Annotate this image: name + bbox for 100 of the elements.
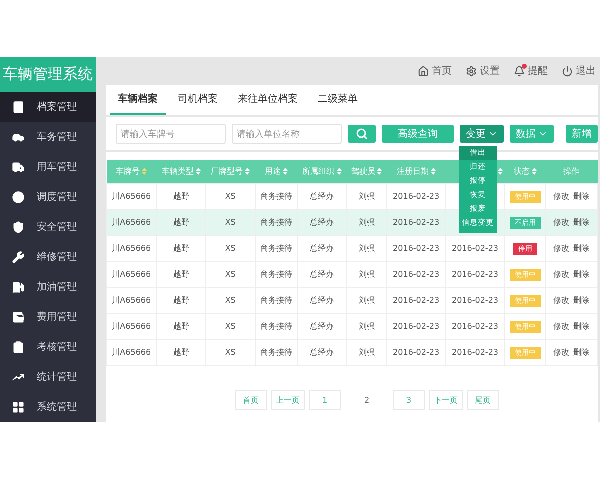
sidebar-label: 车务管理 xyxy=(37,130,77,144)
sidebar-item[interactable]: 维修管理 xyxy=(0,242,96,272)
sort-icon[interactable] xyxy=(336,168,342,176)
table-cell: 商务接待 xyxy=(255,184,298,210)
sidebar-item[interactable]: 用车管理 xyxy=(0,152,96,182)
table-cell: 刘强 xyxy=(346,288,387,314)
action-link[interactable]: 修改 xyxy=(554,244,570,253)
table-cell: 越野 xyxy=(156,262,206,288)
sidebar-item[interactable]: 档案管理 xyxy=(0,92,96,122)
sidebar-item[interactable]: 安全管理 xyxy=(0,212,96,242)
sidebar-item[interactable]: 车务管理 xyxy=(0,122,96,152)
table-cell: 总经办 xyxy=(298,314,347,340)
table-cell: 川A65666 xyxy=(106,184,157,210)
action-link[interactable]: 删除 xyxy=(574,322,590,331)
action-link[interactable]: 修改 xyxy=(554,270,570,279)
sidebar-item[interactable]: 系统管理 xyxy=(0,392,96,422)
book-icon xyxy=(12,100,25,114)
fuel-icon xyxy=(12,280,25,294)
search-button[interactable] xyxy=(348,124,376,142)
table-cell: 商务接待 xyxy=(255,340,298,366)
table-cell: 总经办 xyxy=(298,262,347,288)
table-cell: 总经办 xyxy=(298,184,347,210)
table-cell: 2016-02-23 xyxy=(386,340,446,366)
clipboard-icon xyxy=(12,340,25,354)
disc-icon xyxy=(12,190,25,204)
search-field[interactable]: 请输入单位名称 xyxy=(232,124,342,144)
action-link[interactable]: 修改 xyxy=(554,296,570,305)
sidebar-item[interactable]: 加油管理 xyxy=(0,272,96,302)
table-cell: 2016-02-23 xyxy=(446,288,505,314)
search-icon xyxy=(356,128,368,140)
table-cell: 总经办 xyxy=(298,210,347,236)
settings-icon xyxy=(466,66,477,76)
tab[interactable]: 来往单位档案 xyxy=(230,85,306,115)
action-link[interactable]: 修改 xyxy=(554,322,570,331)
table-cell: 越野 xyxy=(156,340,206,366)
action-link[interactable]: 删除 xyxy=(574,296,590,305)
table-cell: XS xyxy=(206,236,256,262)
sort-icon[interactable] xyxy=(196,168,201,176)
table-cell: 越野 xyxy=(156,236,206,262)
sort-icon[interactable] xyxy=(532,168,537,176)
table-cell: 刘强 xyxy=(346,262,387,288)
tab[interactable]: 司机档案 xyxy=(170,85,226,115)
shield-icon xyxy=(12,220,25,234)
grid-icon xyxy=(12,400,25,414)
action-link[interactable]: 修改 xyxy=(554,348,570,357)
table-cell: 商务接待 xyxy=(255,210,298,236)
table-cell: 总经办 xyxy=(298,288,347,314)
sidebar-label: 考核管理 xyxy=(37,340,77,354)
table-cell: 刘强 xyxy=(346,314,387,340)
table-cell: 总经办 xyxy=(298,236,347,262)
top-link[interactable]: 设置 xyxy=(466,64,500,78)
sidebar-label: 加油管理 xyxy=(37,280,77,294)
table-cell: 2016-02-23 xyxy=(386,184,446,210)
table-cell: 越野 xyxy=(156,210,206,236)
top-link[interactable]: 提醒 xyxy=(514,64,548,78)
sidebar-label: 系统管理 xyxy=(37,400,77,414)
sidebar-label: 用车管理 xyxy=(37,160,77,174)
table-cell: XS xyxy=(206,340,256,366)
action-link[interactable]: 修改 xyxy=(554,218,570,227)
table-cell: 川A65666 xyxy=(106,262,157,288)
dropdown-button[interactable]: 变更 xyxy=(460,124,504,142)
app-title: 车辆管理系统 xyxy=(0,57,96,92)
table-cell: 2016-02-23 xyxy=(446,236,505,262)
tab[interactable]: 车辆档案 xyxy=(110,85,166,115)
table-cell: 越野 xyxy=(156,184,206,210)
table-cell: 总经办 xyxy=(298,340,347,366)
top-link[interactable]: 退出 xyxy=(562,64,596,78)
tab[interactable]: 二级菜单 xyxy=(310,85,366,115)
sidebar-item[interactable]: 调度管理 xyxy=(0,182,96,212)
table-cell: 越野 xyxy=(156,314,206,340)
action-link[interactable]: 删除 xyxy=(574,192,590,201)
table-cell: 2016-02-23 xyxy=(386,236,446,262)
table-cell: 川A65666 xyxy=(106,314,157,340)
sidebar-label: 统计管理 xyxy=(37,370,77,384)
sidebar-item[interactable]: 费用管理 xyxy=(0,302,96,332)
sidebar-item[interactable]: 考核管理 xyxy=(0,332,96,362)
sidebar-label: 档案管理 xyxy=(37,100,77,114)
table-cell: XS xyxy=(206,288,256,314)
table-cell: 商务接待 xyxy=(255,314,298,340)
table-cell: XS xyxy=(206,262,256,288)
page-button[interactable]: 2 xyxy=(351,390,383,410)
sort-icon[interactable] xyxy=(245,168,250,176)
action-link[interactable]: 删除 xyxy=(574,348,590,357)
action-link[interactable]: 删除 xyxy=(574,244,590,253)
top-link[interactable]: 首页 xyxy=(418,64,452,78)
sort-icon[interactable] xyxy=(142,168,148,176)
sort-icon[interactable] xyxy=(430,168,436,176)
action-link[interactable]: 删除 xyxy=(574,218,590,227)
action-link[interactable]: 修改 xyxy=(554,192,570,201)
sort-icon[interactable] xyxy=(282,168,288,176)
table-cell: 商务接待 xyxy=(255,288,298,314)
table-cell: 2016-02-23 xyxy=(446,262,505,288)
table-cell: 2016-02-23 xyxy=(446,314,505,340)
sort-icon[interactable] xyxy=(377,168,382,176)
search-field[interactable]: 请输入车牌号 xyxy=(116,124,226,144)
table-cell: 2016-02-23 xyxy=(386,210,446,236)
sidebar-item[interactable]: 统计管理 xyxy=(0,362,96,392)
action-link[interactable]: 删除 xyxy=(574,270,590,279)
home-icon xyxy=(418,66,429,76)
table-cell: 2016-02-23 xyxy=(446,340,505,366)
